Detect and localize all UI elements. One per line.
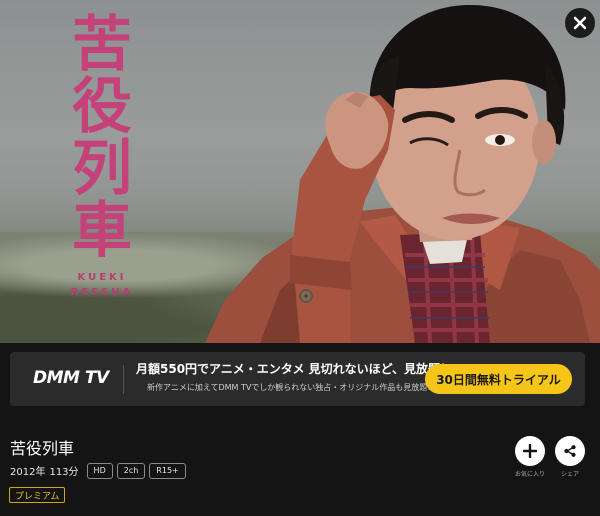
key-art: 苦 役 列 車 KUEKI RESSHA xyxy=(0,0,600,343)
title-romanized-line: RESSHA xyxy=(70,287,134,298)
divider xyxy=(123,365,124,394)
title-romanized: KUEKI RESSHA xyxy=(62,270,142,300)
share-label: シェア xyxy=(560,471,579,478)
share-circle[interactable] xyxy=(555,436,585,466)
favorite-circle[interactable] xyxy=(515,436,545,466)
audio-badge: 2ch xyxy=(116,462,146,479)
title-char: 列 xyxy=(72,134,132,204)
favorite-label: お気に入り xyxy=(514,471,545,478)
free-trial-button[interactable]: 30日間無料トライアル xyxy=(425,364,572,394)
dmm-tv-promo-banner: DMM TV 月額550円でアニメ・エンタメ 見切れないほど、見放題！ 新作アニ… xyxy=(10,352,585,406)
share-button[interactable]: シェア xyxy=(554,436,586,478)
plus-icon xyxy=(523,444,537,458)
premium-badge: プレミアム xyxy=(9,487,66,503)
title-char: 車 xyxy=(72,196,132,266)
title-heading: 苦役列車 xyxy=(10,439,75,458)
release-year: 2012年 xyxy=(10,467,46,478)
promo-headline: 月額550円でアニメ・エンタメ 見切れないほど、見放題！ xyxy=(136,362,453,376)
close-icon xyxy=(573,16,587,30)
duration: 113分 xyxy=(49,467,79,478)
dmm-tv-logo: DMM TV xyxy=(33,368,109,388)
hd-badge: HD xyxy=(86,462,113,479)
share-icon xyxy=(564,445,576,457)
rating-badge: R15+ xyxy=(149,462,186,479)
title-romanized-line: KUEKI xyxy=(77,272,127,283)
title-char: 苦 xyxy=(72,10,132,80)
title-metadata: 2012年 113分 HD 2ch R15+ xyxy=(10,462,186,479)
title-char: 役 xyxy=(72,72,132,142)
promo-subtext: 新作アニメに加えてDMM TVでしか観られない独占・オリジナル作品も見放題！ xyxy=(147,383,436,392)
close-button[interactable] xyxy=(565,8,595,38)
favorite-button[interactable]: お気に入り xyxy=(514,436,546,478)
title-artwork: 苦 役 列 車 KUEKI RESSHA xyxy=(62,14,142,300)
